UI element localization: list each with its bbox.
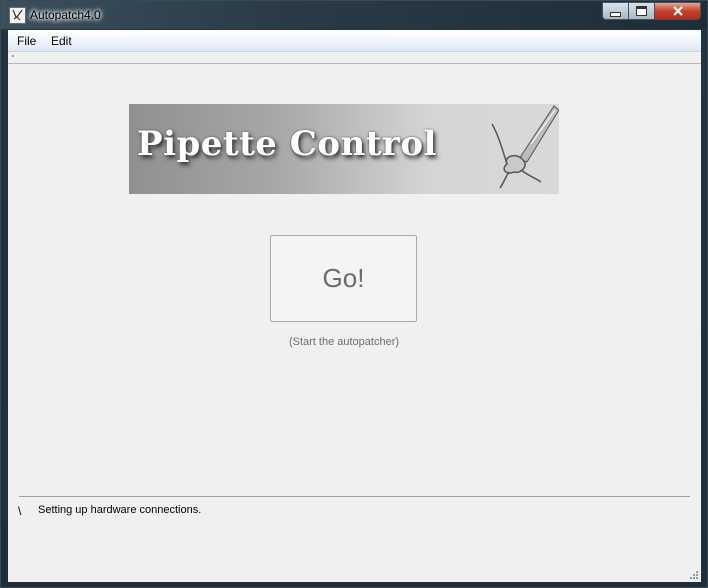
pipette-control-banner: Pipette Control bbox=[129, 104, 559, 194]
client-area: File Edit Pipette Control Go! (Start the… bbox=[8, 30, 701, 582]
close-icon bbox=[672, 6, 683, 16]
toolbar-grip[interactable] bbox=[12, 55, 14, 57]
maximize-button[interactable] bbox=[629, 2, 655, 20]
go-hint: (Start the autopatcher) bbox=[288, 336, 400, 348]
title-bar[interactable]: Autopatch4.0 bbox=[1, 1, 707, 29]
menu-file[interactable]: File bbox=[17, 34, 36, 48]
status-message: Setting up hardware connections. bbox=[38, 504, 202, 516]
banner-title: Pipette Control bbox=[137, 124, 437, 164]
maximize-icon bbox=[636, 6, 647, 16]
resize-grip-icon[interactable] bbox=[689, 570, 699, 580]
minimize-icon bbox=[610, 11, 621, 17]
app-icon[interactable] bbox=[9, 7, 26, 24]
window-title: Autopatch4.0 bbox=[30, 8, 101, 22]
close-button[interactable] bbox=[655, 2, 701, 20]
window-controls bbox=[602, 2, 701, 21]
menu-bar: File Edit bbox=[8, 30, 701, 52]
go-button[interactable]: Go! bbox=[270, 235, 417, 322]
minimize-button[interactable] bbox=[602, 2, 629, 20]
toolbar-strip bbox=[8, 52, 701, 64]
status-separator bbox=[19, 496, 690, 497]
app-window: Autopatch4.0 File Edit Pipette Control G… bbox=[0, 0, 708, 588]
pipette-cell-icon bbox=[491, 105, 559, 189]
busy-spinner: \ bbox=[18, 504, 22, 518]
menu-edit[interactable]: Edit bbox=[51, 34, 72, 48]
